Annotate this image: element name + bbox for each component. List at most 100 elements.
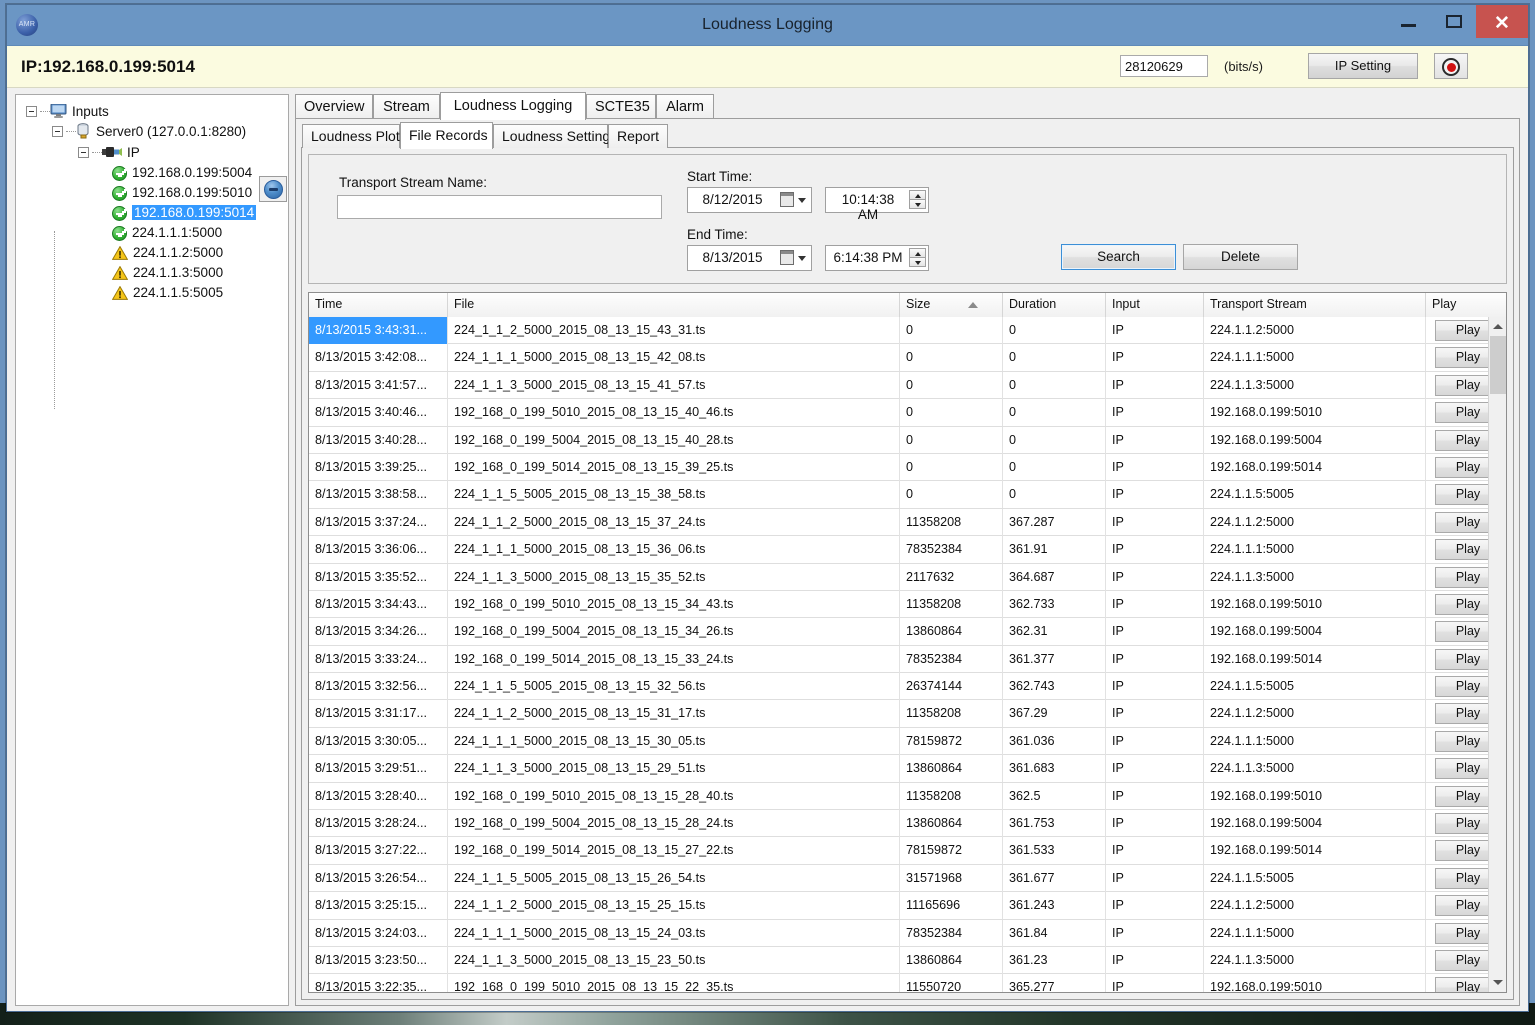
start-time-picker[interactable]: 10:14:38 AM (825, 187, 929, 213)
play-button[interactable]: Play (1435, 402, 1488, 423)
play-button[interactable]: Play (1435, 347, 1488, 368)
table-row[interactable]: 8/13/2015 3:28:24...192_168_0_199_5004_2… (309, 810, 1488, 837)
tree-node-inputs[interactable]: Inputs (26, 103, 109, 119)
table-row[interactable]: 8/13/2015 3:32:56...224_1_1_5_5005_2015_… (309, 673, 1488, 700)
column-header-size[interactable]: Size (900, 293, 1003, 317)
subtab-file-records[interactable]: File Records (400, 122, 493, 149)
record-button[interactable] (1434, 53, 1468, 79)
table-row[interactable]: 8/13/2015 3:30:05...224_1_1_1_5000_2015_… (309, 728, 1488, 755)
start-time-stepper[interactable] (909, 190, 926, 210)
table-row[interactable]: 8/13/2015 3:33:24...192_168_0_199_5014_2… (309, 646, 1488, 673)
table-row[interactable]: 8/13/2015 3:36:06...224_1_1_1_5000_2015_… (309, 536, 1488, 563)
sidebar-item-224-1-1-5-5005[interactable]: 224.1.1.5:5005 (112, 285, 223, 300)
table-row[interactable]: 8/13/2015 3:34:43...192_168_0_199_5010_2… (309, 591, 1488, 618)
table-row[interactable]: 8/13/2015 3:40:28...192_168_0_199_5004_2… (309, 427, 1488, 454)
maximize-button[interactable] (1431, 5, 1476, 38)
table-row[interactable]: 8/13/2015 3:39:25...192_168_0_199_5014_2… (309, 454, 1488, 481)
play-button[interactable]: Play (1435, 539, 1488, 560)
sidebar-item-192-168-0-199-5004[interactable]: 192.168.0.199:5004 (112, 165, 252, 181)
table-row[interactable]: 8/13/2015 3:37:24...224_1_1_2_5000_2015_… (309, 509, 1488, 536)
table-row[interactable]: 8/13/2015 3:43:31...224_1_1_2_5000_2015_… (309, 317, 1488, 344)
sidebar-item-224-1-1-1-5000[interactable]: 224.1.1.1:5000 (112, 225, 222, 241)
play-button[interactable]: Play (1435, 621, 1488, 642)
play-button[interactable]: Play (1435, 868, 1488, 889)
stepper-down-icon[interactable] (909, 257, 926, 267)
collapse-toggle-ip[interactable] (78, 147, 89, 158)
table-row[interactable]: 8/13/2015 3:22:35...192_168_0_199_5010_2… (309, 974, 1488, 992)
search-button[interactable]: Search (1061, 244, 1176, 270)
play-button[interactable]: Play (1435, 567, 1488, 588)
play-button[interactable]: Play (1435, 594, 1488, 615)
tree-node-ip[interactable]: IP (78, 144, 140, 160)
table-row[interactable]: 8/13/2015 3:28:40...192_168_0_199_5010_2… (309, 783, 1488, 810)
play-button[interactable]: Play (1435, 375, 1488, 396)
play-button[interactable]: Play (1435, 484, 1488, 505)
subtab-loudness-setting[interactable]: Loudness Setting (493, 124, 608, 148)
scroll-down-icon[interactable] (1489, 974, 1506, 992)
scroll-up-icon[interactable] (1489, 317, 1506, 335)
play-button[interactable]: Play (1435, 320, 1488, 341)
transport-stream-name-input[interactable] (337, 195, 662, 219)
sidebar-item-192-168-0-199-5010[interactable]: 192.168.0.199:5010 (112, 185, 252, 201)
bitrate-input[interactable] (1120, 55, 1208, 77)
play-button[interactable]: Play (1435, 731, 1488, 752)
play-button[interactable]: Play (1435, 758, 1488, 779)
subtab-report[interactable]: Report (608, 124, 668, 148)
tab-scte35[interactable]: SCTE35 (586, 94, 656, 120)
start-date-picker[interactable]: 8/12/2015 (687, 187, 812, 213)
play-button[interactable]: Play (1435, 895, 1488, 916)
collapse-toggle-inputs[interactable] (26, 106, 37, 117)
column-header-time[interactable]: Time (309, 293, 448, 317)
sidebar-item-224-1-1-3-5000[interactable]: 224.1.1.3:5000 (112, 265, 223, 280)
collapse-toggle-server[interactable] (52, 126, 63, 137)
play-button[interactable]: Play (1435, 923, 1488, 944)
play-button[interactable]: Play (1435, 977, 1488, 992)
play-button[interactable]: Play (1435, 703, 1488, 724)
end-time-stepper[interactable] (909, 248, 926, 268)
table-row[interactable]: 8/13/2015 3:40:46...192_168_0_199_5010_2… (309, 399, 1488, 426)
scrollbar-thumb[interactable] (1490, 336, 1506, 394)
column-header-play[interactable]: Play (1426, 293, 1507, 317)
table-row[interactable]: 8/13/2015 3:29:51...224_1_1_3_5000_2015_… (309, 755, 1488, 782)
table-row[interactable]: 8/13/2015 3:25:15...224_1_1_2_5000_2015_… (309, 892, 1488, 919)
play-button[interactable]: Play (1435, 840, 1488, 861)
sidebar-item-224-1-1-2-5000[interactable]: 224.1.1.2:5000 (112, 245, 223, 260)
table-row[interactable]: 8/13/2015 3:41:57...224_1_1_3_5000_2015_… (309, 372, 1488, 399)
collapse-panel-button[interactable] (259, 176, 287, 202)
play-button[interactable]: Play (1435, 786, 1488, 807)
play-button[interactable]: Play (1435, 676, 1488, 697)
play-button[interactable]: Play (1435, 649, 1488, 670)
column-header-duration[interactable]: Duration (1003, 293, 1106, 317)
subtab-loudness-plot[interactable]: Loudness Plot (302, 124, 400, 148)
table-row[interactable]: 8/13/2015 3:27:22...192_168_0_199_5014_2… (309, 837, 1488, 864)
table-row[interactable]: 8/13/2015 3:23:50...224_1_1_3_5000_2015_… (309, 947, 1488, 974)
table-row[interactable]: 8/13/2015 3:35:52...224_1_1_3_5000_2015_… (309, 564, 1488, 591)
sidebar-item-192-168-0-199-5014[interactable]: 192.168.0.199:5014 (112, 205, 256, 221)
table-row[interactable]: 8/13/2015 3:34:26...192_168_0_199_5004_2… (309, 618, 1488, 645)
end-date-picker[interactable]: 8/13/2015 (687, 245, 812, 271)
table-row[interactable]: 8/13/2015 3:38:58...224_1_1_5_5005_2015_… (309, 481, 1488, 508)
table-row[interactable]: 8/13/2015 3:24:03...224_1_1_1_5000_2015_… (309, 920, 1488, 947)
grid-vertical-scrollbar[interactable] (1488, 317, 1506, 992)
tab-loudness-logging[interactable]: Loudness Logging (440, 92, 586, 120)
play-button[interactable]: Play (1435, 512, 1488, 533)
play-button[interactable]: Play (1435, 430, 1488, 451)
tab-alarm[interactable]: Alarm (656, 94, 714, 120)
column-header-input[interactable]: Input (1106, 293, 1204, 317)
tab-overview[interactable]: Overview (295, 94, 373, 120)
close-button[interactable]: ✕ (1476, 5, 1528, 38)
table-row[interactable]: 8/13/2015 3:31:17...224_1_1_2_5000_2015_… (309, 700, 1488, 727)
play-button[interactable]: Play (1435, 457, 1488, 478)
play-button[interactable]: Play (1435, 950, 1488, 971)
play-button[interactable]: Play (1435, 813, 1488, 834)
table-row[interactable]: 8/13/2015 3:42:08...224_1_1_1_5000_2015_… (309, 344, 1488, 371)
ip-setting-button[interactable]: IP Setting (1308, 53, 1418, 79)
tree-node-server[interactable]: Server0 (127.0.0.1:8280) (52, 123, 246, 139)
delete-button[interactable]: Delete (1183, 244, 1298, 270)
column-header-file[interactable]: File (448, 293, 900, 317)
stepper-down-icon[interactable] (909, 199, 926, 209)
table-row[interactable]: 8/13/2015 3:26:54...224_1_1_5_5005_2015_… (309, 865, 1488, 892)
tab-stream[interactable]: Stream (373, 94, 440, 120)
end-time-picker[interactable]: 6:14:38 PM (825, 245, 929, 271)
column-header-transport-stream[interactable]: Transport Stream (1204, 293, 1426, 317)
